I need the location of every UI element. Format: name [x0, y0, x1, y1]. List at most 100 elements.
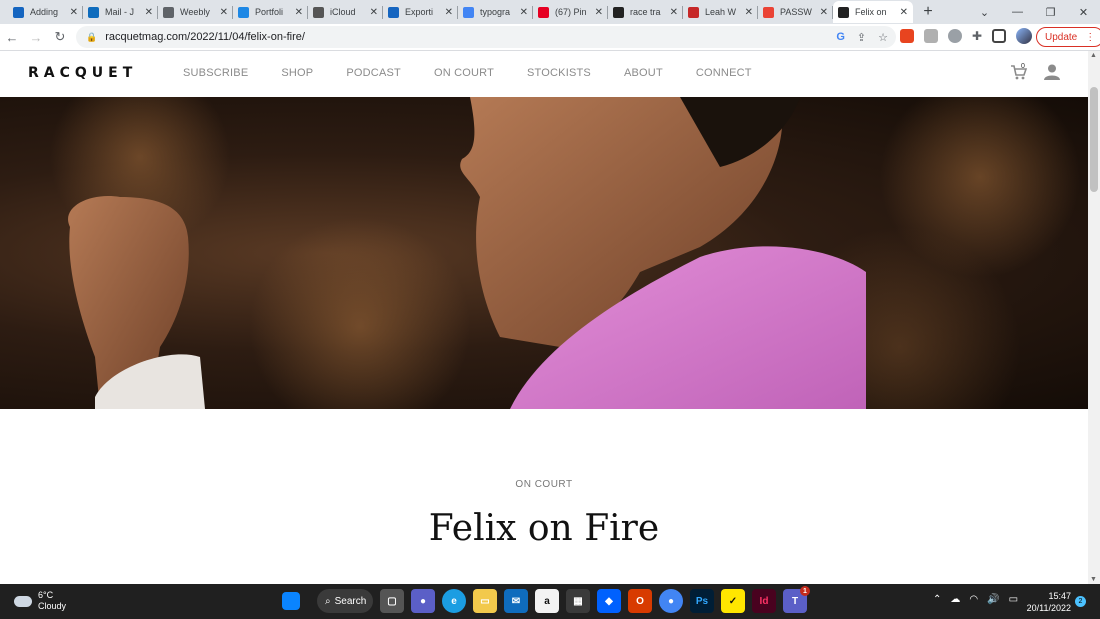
tab-title: Weebly [180, 7, 210, 17]
tab-title: Exporti [405, 7, 434, 17]
nav-on-court[interactable]: ON COURT [434, 67, 494, 79]
tab-search-icon[interactable]: ⌄ [968, 0, 1001, 24]
browser-tab[interactable]: Exporti ✕ [383, 1, 458, 23]
close-tab-icon[interactable]: ✕ [145, 7, 153, 18]
restore-icon[interactable]: ❐ [1034, 0, 1067, 24]
address-bar[interactable]: 🔒 racquetmag.com/2022/11/04/felix-on-fir… [76, 26, 896, 48]
update-button[interactable]: Update ⋮ [1036, 27, 1100, 47]
close-tab-icon[interactable]: ✕ [745, 7, 753, 18]
tab-title: Portfoli [255, 7, 284, 17]
side-panel-icon[interactable] [992, 29, 1007, 43]
indesign-icon[interactable]: Id [752, 589, 776, 613]
browser-tab[interactable]: iCloud ✕ [308, 1, 383, 23]
close-tab-icon[interactable]: ✕ [370, 7, 378, 18]
browser-tab[interactable]: Felix on ✕ [833, 1, 913, 23]
reload-icon[interactable]: ↻ [48, 25, 72, 49]
chevron-up-icon[interactable]: ⌃ [933, 594, 941, 605]
shield-extension-icon[interactable] [948, 29, 962, 43]
gmail-icon [763, 6, 774, 18]
url-text[interactable]: racquetmag.com/2022/11/04/felix-on-fire/ [105, 31, 305, 43]
hero-photo [50, 97, 1080, 409]
volume-icon[interactable]: 🔊 [987, 594, 999, 605]
nav-shop[interactable]: SHOP [281, 67, 313, 79]
edge-icon[interactable]: e [442, 589, 466, 613]
extensions-puzzle-icon[interactable]: ✚ [972, 29, 982, 43]
taskbar-search-button[interactable]: ⌕ Search [317, 589, 373, 613]
close-tab-icon[interactable]: ✕ [70, 7, 78, 18]
taskbar-apps: ⌕ Search ▢ ● e ▭ ✉ a ▦ ◆ O ● Ps ✓ Id T 1 [282, 586, 810, 613]
minimize-icon[interactable]: — [1001, 0, 1034, 24]
profile-avatar[interactable] [1016, 28, 1033, 44]
browser-tab[interactable]: Weebly ✕ [158, 1, 233, 23]
amazon-icon[interactable]: a [535, 589, 559, 613]
wifi-icon[interactable]: ◠ [969, 594, 978, 605]
forward-icon[interactable]: → [24, 25, 48, 49]
notification-badge[interactable]: 2 [1075, 596, 1086, 607]
onedrive-icon[interactable]: ☁ [950, 594, 960, 605]
photoshop-icon[interactable]: Ps [690, 589, 714, 613]
norton-icon[interactable]: ✓ [721, 589, 745, 613]
close-tab-icon[interactable]: ✕ [445, 7, 453, 18]
nav-about[interactable]: ABOUT [624, 67, 663, 79]
close-tab-icon[interactable]: ✕ [295, 7, 303, 18]
browser-toolbar: ← → ↻ 🔒 racquetmag.com/2022/11/04/felix-… [0, 24, 1100, 51]
google-translate-icon[interactable]: G [836, 31, 845, 44]
teams-chat-icon[interactable]: ● [411, 589, 435, 613]
close-tab-icon[interactable]: ✕ [220, 7, 228, 18]
scroll-down-icon[interactable]: ▼ [1090, 576, 1097, 583]
close-tab-icon[interactable]: ✕ [820, 7, 828, 18]
tab-title: Adding [30, 7, 59, 17]
nav-podcast[interactable]: PODCAST [346, 67, 401, 79]
site-logo[interactable]: RACQUET [28, 65, 137, 81]
browser-tab[interactable]: typogra ✕ [458, 1, 533, 23]
dropbox-icon[interactable]: ◆ [597, 589, 621, 613]
brave-extension-icon[interactable] [900, 29, 914, 43]
scrollbar-thumb[interactable] [1090, 87, 1098, 192]
start-icon[interactable] [282, 592, 300, 610]
back-icon[interactable]: ← [0, 25, 24, 49]
file-explorer-icon[interactable]: ▭ [473, 589, 497, 613]
lock-icon[interactable]: 🔒 [86, 32, 97, 43]
page-scrollbar[interactable]: ▲ ▼ [1088, 51, 1100, 584]
new-tab-icon[interactable]: + [917, 1, 939, 23]
window-controls: ⌄ — ❐ ✕ [968, 0, 1100, 24]
chrome-icon[interactable]: ● [659, 589, 683, 613]
close-tab-icon[interactable]: ✕ [670, 7, 678, 18]
office-icon[interactable]: O [628, 589, 652, 613]
account-icon[interactable] [1043, 63, 1061, 81]
extensions-area: ✚ [900, 28, 1033, 44]
browser-tab[interactable]: PASSW ✕ [758, 1, 833, 23]
mail-icon[interactable]: ✉ [504, 589, 528, 613]
taskbar-clock[interactable]: 15:47 20/11/2022 [1026, 590, 1071, 614]
extension-icon[interactable] [924, 29, 938, 43]
browser-tab[interactable]: race tra ✕ [608, 1, 683, 23]
browser-tab[interactable]: Adding ✕ [8, 1, 83, 23]
cart-icon[interactable] [1010, 63, 1028, 81]
pinterest-icon [538, 6, 549, 18]
browser-tab[interactable]: Mail - J ✕ [83, 1, 158, 23]
task-view-icon[interactable]: ▢ [380, 589, 404, 613]
teams-icon[interactable]: T 1 [783, 586, 810, 613]
cloud-icon [14, 595, 32, 607]
system-tray: ⌃ ☁ ◠ 🔊 ▭ [933, 594, 1018, 605]
weather-temperature: 6°C [38, 590, 54, 600]
close-tab-icon[interactable]: ✕ [900, 7, 908, 18]
article-category[interactable]: ON COURT [0, 479, 1088, 490]
weather-widget[interactable]: 6°C Cloudy [14, 590, 66, 612]
share-icon[interactable]: ⇪ [857, 31, 866, 44]
store-icon[interactable]: ▦ [566, 589, 590, 613]
battery-icon[interactable]: ▭ [1009, 594, 1018, 605]
nav-connect[interactable]: CONNECT [696, 67, 752, 79]
browser-tab[interactable]: Leah W ✕ [683, 1, 758, 23]
scroll-up-icon[interactable]: ▲ [1090, 52, 1097, 59]
nav-stockists[interactable]: STOCKISTS [527, 67, 591, 79]
browser-tab[interactable]: Portfoli ✕ [233, 1, 308, 23]
nav-subscribe[interactable]: SUBSCRIBE [183, 67, 248, 79]
tab-list: Adding ✕ Mail - J ✕ Weebly ✕ Portfoli ✕ iCloud ✕ E… [0, 0, 939, 24]
globe-icon [163, 6, 174, 18]
close-window-icon[interactable]: ✕ [1067, 0, 1100, 24]
browser-tab[interactable]: (67) Pin ✕ [533, 1, 608, 23]
bookmark-star-icon[interactable]: ☆ [878, 31, 888, 44]
close-tab-icon[interactable]: ✕ [595, 7, 603, 18]
close-tab-icon[interactable]: ✕ [520, 7, 528, 18]
